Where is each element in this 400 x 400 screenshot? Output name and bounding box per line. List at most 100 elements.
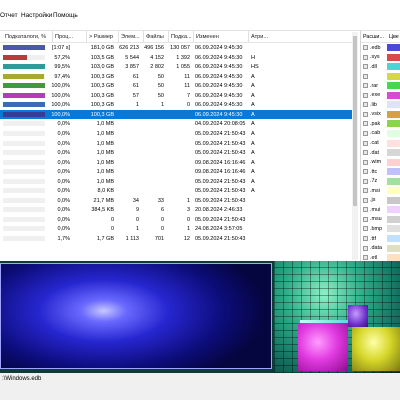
extension-row[interactable]: .mui <box>361 205 400 215</box>
col-extension[interactable]: Расши... <box>363 34 384 40</box>
file-icon <box>363 216 368 222</box>
treemap-tile-yellow[interactable] <box>352 327 400 371</box>
treemap-tile-magenta[interactable] <box>298 323 348 371</box>
file-icon <box>363 188 368 194</box>
col-modified[interactable]: Изменен <box>193 31 219 42</box>
cell-size: 100,3 GB <box>90 102 114 109</box>
extension-row[interactable]: .lib <box>361 100 400 110</box>
table-row[interactable]: 0,0% 21,7 MB 34 33 1 05.09.2024 21:50:43 <box>0 196 358 206</box>
cell-percent: 0,0% <box>57 197 70 204</box>
extension-color-swatch <box>387 72 400 80</box>
extension-header: Расши... Цве <box>361 31 400 43</box>
cell-subdirs: 0 <box>186 102 190 109</box>
table-row[interactable]: [1:07 s] 181,0 GB 626 213 496 156 130 057 06.… <box>0 43 358 53</box>
table-row[interactable]: 0,0% 1,0 MB 05.09.2024 21:50:43 A <box>0 177 358 187</box>
cell-size: 1,7 GB <box>96 236 114 242</box>
col-percent[interactable]: Проц... <box>52 31 73 42</box>
extension-row[interactable]: .wim <box>361 158 400 168</box>
table-row[interactable]: 100,0% 100,3 GB 57 50 7 06.09.2024 9:45:30 A <box>0 91 358 101</box>
file-icon <box>363 121 368 127</box>
cell-attributes: A <box>251 150 255 157</box>
extension-row[interactable]: .ttf <box>361 234 400 244</box>
treemap-tile-edb[interactable] <box>0 263 272 369</box>
extension-row[interactable]: .vsix <box>361 110 400 120</box>
extension-row[interactable]: .dll <box>361 62 400 72</box>
cell-percent: 57,2% <box>54 54 70 61</box>
cell-percent: 0,0% <box>57 150 70 157</box>
cell-attributes: A <box>251 130 255 137</box>
extension-row[interactable]: .js <box>361 196 400 206</box>
table-row[interactable]: 0,0% 8,0 KB 05.09.2024 21:50:43 A <box>0 186 358 196</box>
treemap-tile-purple[interactable] <box>348 305 368 327</box>
col-items[interactable]: Элем... <box>118 31 140 42</box>
scroll-thumb[interactable] <box>353 36 357 206</box>
cell-attributes: HS <box>251 64 259 71</box>
table-row[interactable]: 100,0% 100,3 GB 1 1 0 06.09.2024 9:45:30 A <box>0 100 358 110</box>
extension-row[interactable]: .pak <box>361 119 400 129</box>
cell-percent: 0,0% <box>57 188 70 195</box>
extension-row[interactable]: .etl <box>361 253 400 261</box>
file-icon <box>363 236 368 241</box>
table-row[interactable]: 0,0% 1,0 MB 09.08.2024 16:16:46 A <box>0 158 358 168</box>
table-row[interactable]: 1,7% 1,7 GB 1 113 701 12 05.09.2024 21:50:43 <box>0 234 358 244</box>
cell-attributes: A <box>251 92 255 99</box>
col-files[interactable]: Файлы <box>143 31 164 42</box>
file-icon <box>363 102 368 108</box>
cell-attributes: A <box>251 178 255 185</box>
extension-row[interactable]: .edb <box>361 43 400 53</box>
extension-row[interactable] <box>361 72 400 82</box>
extension-row[interactable]: .ttc <box>361 167 400 177</box>
col-subdirs[interactable]: Подка... <box>168 31 192 42</box>
extension-row[interactable]: .sys <box>361 53 400 63</box>
table-row[interactable]: 0,0% 1,0 MB 05.09.2024 21:50:43 A <box>0 139 358 149</box>
table-row[interactable]: 0,0% 0 0 0 0 05.09.2024 21:50:43 <box>0 215 358 225</box>
menu-settings[interactable]: Настройки <box>21 12 52 19</box>
menu-help[interactable]: Помощь <box>53 12 78 19</box>
table-row[interactable]: 99,5% 103,0 GB 3 857 2 802 1 055 06.09.2024 9… <box>0 62 358 72</box>
table-row[interactable]: 57,2% 103,5 GB 5 544 4 152 1 392 06.09.2024 9… <box>0 53 358 63</box>
extension-row[interactable]: .cab <box>361 129 400 139</box>
table-row[interactable]: 0,0% 384,5 KB 9 6 3 20.08.2024 2:46:33 <box>0 205 358 215</box>
cell-items: 57 <box>132 92 139 99</box>
cell-size: 1,0 MB <box>96 169 114 176</box>
table-row[interactable]: 97,4% 100,3 GB 61 50 11 06.09.2024 9:45:30 A <box>0 72 358 82</box>
cell-attributes: A <box>251 140 255 147</box>
table-row[interactable]: 0,0% 1,0 MB 05.09.2024 21:50:43 A <box>0 129 358 139</box>
extension-row[interactable]: .exe <box>361 91 400 101</box>
extension-row[interactable]: .rar <box>361 81 400 91</box>
col-attributes[interactable]: Атри... <box>248 31 268 42</box>
extension-row[interactable]: .msi <box>361 186 400 196</box>
cell-subdirs: 130 057 <box>170 45 190 51</box>
extension-name: .cab <box>370 130 381 137</box>
subdir-bar-fill <box>3 83 45 89</box>
cell-files: 496 156 <box>144 45 164 51</box>
col-subdirs-pct[interactable]: Подкаталоги, % <box>5 34 46 40</box>
extension-row[interactable]: .cat <box>361 139 400 149</box>
extension-row[interactable]: .bmp <box>361 224 400 234</box>
table-row[interactable]: 0,0% 1,0 MB 05.09.2024 21:50:43 A <box>0 148 358 158</box>
subdir-bar <box>3 121 45 127</box>
table-row[interactable]: 0,0% 1,0 MB 09.08.2024 16:16:46 A <box>0 167 358 177</box>
table-row[interactable]: 0,0% 0 1 0 1 24.08.2024 3:57:05 <box>0 224 358 234</box>
extension-color-swatch <box>387 44 400 51</box>
extension-row[interactable]: .7z <box>361 177 400 187</box>
cell-attributes: A <box>251 169 255 176</box>
table-scrollbar[interactable] <box>352 32 358 260</box>
col-color[interactable]: Цве <box>389 34 399 40</box>
extension-row[interactable]: .msu <box>361 215 400 225</box>
subdir-bar <box>3 226 45 232</box>
cell-subdirs: 1 <box>186 226 190 233</box>
extension-name: .pak <box>370 120 381 127</box>
table-row[interactable]: 0,0% 1,0 MB 04.09.2024 20:08:05 A <box>0 119 358 129</box>
subdir-bar <box>3 236 45 241</box>
table-row[interactable]: 100,0% 100,3 GB 06.09.2024 9:45:30 A <box>0 109 358 120</box>
menu-report[interactable]: Отчет <box>0 12 18 19</box>
extension-color-swatch <box>387 91 400 99</box>
extension-row[interactable]: .dat <box>361 148 400 158</box>
extension-row[interactable]: .data <box>361 244 400 254</box>
table-row[interactable]: 100,0% 100,3 GB 61 50 11 06.09.2024 9:45:30 A <box>0 81 358 91</box>
col-size[interactable]: > Размер <box>86 31 113 42</box>
cell-size: 100,3 GB <box>90 73 114 80</box>
file-icon <box>363 178 368 184</box>
cell-subdirs: 12 <box>183 236 190 242</box>
